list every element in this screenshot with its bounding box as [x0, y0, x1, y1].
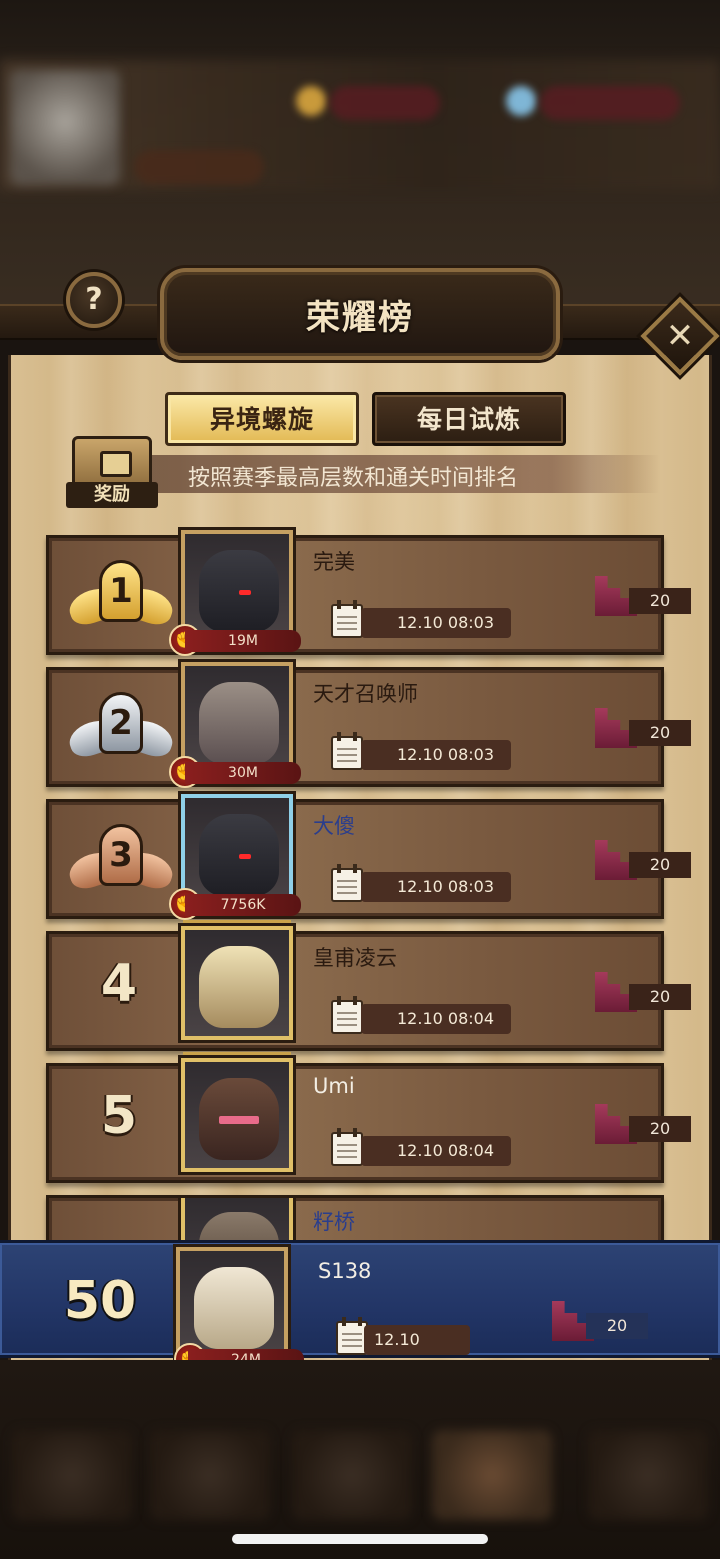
leaderboard-row[interactable]: 3 ✊ 7756K 大傻 12.10 08:03 20 [46, 794, 691, 920]
avatar[interactable] [181, 662, 293, 776]
rank-number: 5 [100, 1086, 138, 1146]
calendar-icon [331, 1128, 363, 1166]
close-icon: ✕ [665, 316, 695, 356]
rank-number: 4 [100, 954, 138, 1014]
calendar-icon [331, 996, 363, 1034]
nav-item [292, 1430, 412, 1520]
clear-time: 12.10 08:04 [361, 1004, 511, 1034]
tab-daily-trial[interactable]: 每日试炼 [372, 392, 566, 446]
reward-button[interactable]: 奖励 [66, 436, 158, 508]
my-floor-count: 20 [552, 1301, 648, 1341]
my-clear-time: 12.10 10:12 [364, 1325, 470, 1379]
floor-count: 20 [595, 840, 691, 880]
bottom-nav-blurred [0, 1360, 720, 1559]
leaderboard-row[interactable]: 5 Umi 12.10 08:04 20 [46, 1058, 691, 1183]
home-indicator[interactable] [232, 1534, 488, 1544]
my-rank-row[interactable]: 50 ✊ 24M S138 12.10 10:12 20 [0, 1240, 720, 1379]
power-value: 7756K [185, 894, 301, 916]
calendar-icon [331, 864, 363, 902]
blurred-avatar [10, 70, 120, 185]
clear-time: 12.10 08:03 [361, 608, 511, 638]
blurred-coin-icon [296, 86, 326, 116]
player-name: Umi [313, 1074, 355, 1098]
power-value: 30M [185, 762, 301, 784]
clear-time: 12.10 08:03 [361, 740, 511, 770]
help-button[interactable]: ? [66, 272, 122, 328]
power-value: 19M [185, 630, 301, 652]
nav-item [150, 1430, 270, 1520]
calendar-icon [331, 600, 363, 638]
my-player-name: S138 [318, 1259, 372, 1283]
clear-time: 12.10 08:03 [361, 872, 511, 902]
leaderboard-row[interactable]: 1 ✊ 19M 完美 12.10 08:03 20 [46, 530, 691, 656]
player-name: 完美 [313, 550, 355, 574]
player-name: 天才召唤师 [313, 682, 418, 706]
rank-number: 3 [99, 824, 143, 886]
leaderboard-row[interactable]: 4 皇甫凌云 12.10 08:04 20 [46, 926, 691, 1051]
panel-title: 荣耀榜 [306, 298, 414, 338]
nav-item [12, 1430, 132, 1520]
player-name: 籽桥 [313, 1210, 355, 1234]
leaderboard-row[interactable]: 2 ✊ 30M 天才召唤师 12.10 08:03 20 [46, 662, 691, 788]
gold-medal-icon: 1 [65, 556, 177, 640]
clear-time: 12.10 08:04 [361, 1136, 511, 1166]
tab-spiral[interactable]: 异境螺旋 [165, 392, 359, 446]
rank-number: 1 [99, 560, 143, 622]
avatar[interactable] [181, 1058, 293, 1172]
question-icon: ? [85, 282, 103, 317]
avatar[interactable] [181, 794, 293, 908]
player-name: 大傻 [313, 814, 355, 838]
blurred-gem-icon [506, 86, 536, 116]
blurred-currency-chip [330, 86, 440, 120]
calendar-icon [331, 732, 363, 770]
silver-medal-icon: 2 [65, 688, 177, 772]
blurred-currency-chip [540, 86, 680, 120]
floor-count: 20 [595, 1104, 691, 1144]
my-rank-number: 50 [63, 1271, 137, 1331]
nav-item [432, 1430, 552, 1520]
bronze-medal-icon: 3 [65, 820, 177, 904]
nav-item [588, 1430, 708, 1520]
player-name: 皇甫凌云 [313, 946, 397, 970]
avatar[interactable] [181, 530, 293, 644]
avatar[interactable] [181, 926, 293, 1040]
floor-count: 20 [595, 708, 691, 748]
rank-number: 2 [99, 692, 143, 754]
floor-count: 20 [595, 972, 691, 1012]
floor-count: 20 [595, 576, 691, 616]
reward-label: 奖励 [66, 482, 158, 508]
ranking-description: 按照赛季最高层数和通关时间排名 [188, 466, 519, 491]
blurred-energy-chip [134, 150, 264, 184]
